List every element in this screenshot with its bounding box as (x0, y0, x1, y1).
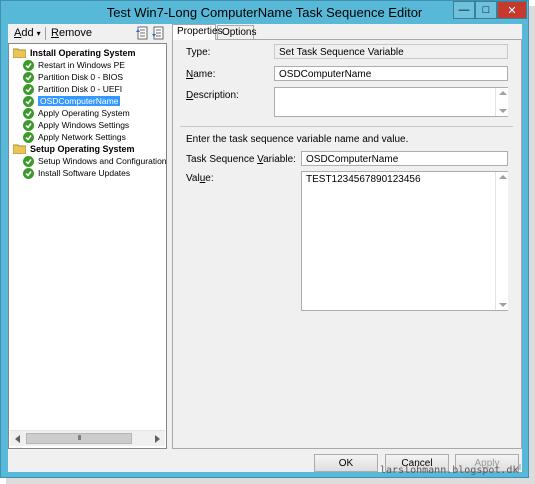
value-scroll-track[interactable] (495, 172, 508, 310)
scroll-down-icon[interactable] (499, 109, 507, 113)
ok-button[interactable]: OK (314, 454, 378, 472)
tree-toolbar: Add ▾ Remove (8, 24, 167, 43)
tree-group-label: Install Operating System (30, 48, 136, 58)
tree-item-label: Partition Disk 0 - UEFI (38, 84, 123, 94)
tree-item[interactable]: Apply Network Settings (23, 131, 126, 143)
remove-button[interactable]: Remove (51, 27, 92, 39)
remove-label: emove (58, 27, 92, 39)
chevron-down-icon: ▾ (36, 29, 41, 38)
tree-item[interactable]: Partition Disk 0 - UEFI (23, 83, 122, 95)
title-bar[interactable]: Test Win7-Long ComputerName Task Sequenc… (1, 1, 528, 25)
type-field: Set Task Sequence Variable (274, 44, 508, 59)
section-divider (180, 126, 513, 127)
maximize-button[interactable]: □ (475, 1, 497, 19)
move-up-icon[interactable] (135, 26, 149, 40)
tree-item-label: Setup Windows and Configuration (38, 156, 167, 166)
folder-icon (13, 144, 26, 154)
description-label: Description: (186, 90, 239, 101)
add-label: dd (21, 27, 34, 39)
remove-access-key: R (51, 27, 59, 39)
name-input[interactable]: OSDComputerName (274, 66, 508, 81)
success-check-icon (23, 95, 34, 107)
scroll-down-icon[interactable] (499, 303, 507, 307)
move-down-icon[interactable] (151, 26, 165, 40)
description-scroll-track[interactable] (495, 88, 508, 116)
value-scrollbar[interactable] (495, 172, 508, 310)
tab-properties[interactable]: Properties (172, 24, 223, 40)
watermark-text: larslohmann.blogspot.dk (380, 465, 519, 476)
tree-group[interactable]: Setup Operating System (13, 143, 135, 155)
window-shadow (529, 6, 535, 484)
scroll-up-icon[interactable] (499, 91, 507, 95)
maximize-icon: □ (482, 4, 490, 16)
tree-item[interactable]: Apply Windows Settings (23, 119, 129, 131)
scroll-right-icon[interactable] (155, 435, 160, 443)
add-menu-button[interactable]: Add ▾ (14, 27, 41, 39)
description-label-text: escription: (193, 90, 239, 101)
tree-item[interactable]: Partition Disk 0 - BIOS (23, 71, 123, 83)
scroll-up-icon[interactable] (499, 175, 507, 179)
variable-input[interactable]: OSDComputerName (301, 151, 508, 166)
instruction-text: Enter the task sequence variable name an… (186, 134, 409, 145)
window-title: Test Win7-Long ComputerName Task Sequenc… (106, 5, 423, 20)
task-sequence-tree[interactable]: Install Operating System Restart in Wind… (8, 43, 167, 449)
scroll-left-icon[interactable] (15, 435, 20, 443)
tree-item[interactable]: Install Software Updates (23, 167, 130, 179)
properties-panel: Type: Set Task Sequence Variable Name: O… (172, 39, 522, 449)
tree-item-label: Apply Windows Settings (38, 120, 130, 130)
tree-item[interactable]: Setup Windows and Configuration (23, 155, 167, 167)
description-scrollbar[interactable] (495, 88, 508, 116)
variable-label: Task Sequence Variable: (186, 154, 296, 165)
variable-label-post: ariable: (263, 154, 296, 165)
folder-icon (13, 48, 26, 58)
tree-item-label: OSDComputerName (38, 96, 121, 106)
success-check-icon (23, 167, 34, 179)
minimize-icon: — (458, 4, 470, 16)
success-check-icon (23, 59, 34, 71)
editor-window: Test Win7-Long ComputerName Task Sequenc… (0, 0, 529, 478)
name-label: Name: (186, 69, 215, 80)
name-label-text: ame: (193, 69, 216, 80)
type-label: Type: (186, 47, 211, 58)
success-check-icon (23, 71, 34, 83)
tree-item-label: Apply Network Settings (38, 132, 126, 142)
tree-group-label: Setup Operating System (30, 144, 135, 154)
tree-item[interactable]: Restart in Windows PE (23, 59, 125, 71)
tree-item[interactable]: Apply Operating System (23, 107, 130, 119)
tree-item-label: Partition Disk 0 - BIOS (38, 72, 124, 82)
value-label: Value: (186, 173, 214, 184)
value-label-post: e: (205, 173, 214, 184)
task-sequence-pane: Add ▾ Remove Install Operating System Re… (8, 24, 167, 449)
success-check-icon (23, 107, 34, 119)
close-button[interactable]: ✕ (497, 1, 527, 19)
client-area: Add ▾ Remove Install Operating System Re… (8, 24, 522, 472)
window-shadow (6, 478, 535, 484)
success-check-icon (23, 83, 34, 95)
tree-item-label: Apply Operating System (38, 108, 130, 118)
toolbar-separator (45, 27, 46, 40)
value-label-pre: Val (186, 173, 200, 184)
variable-label-pre: Task Sequence (186, 154, 258, 165)
tree-item-label: Restart in Windows PE (38, 60, 125, 70)
tree-group[interactable]: Install Operating System (13, 47, 136, 59)
success-check-icon (23, 155, 34, 167)
close-icon: ✕ (507, 4, 517, 17)
value-input[interactable]: TEST1234567890123456 (301, 171, 508, 311)
tree-horizontal-scrollbar[interactable]: III (10, 430, 165, 446)
success-check-icon (23, 119, 34, 131)
scroll-thumb[interactable]: III (26, 433, 132, 444)
success-check-icon (23, 131, 34, 143)
tree-item-selected[interactable]: OSDComputerName (23, 95, 121, 107)
minimize-button[interactable]: — (453, 1, 475, 19)
description-input[interactable] (274, 87, 508, 117)
tree-item-label: Install Software Updates (38, 168, 131, 178)
